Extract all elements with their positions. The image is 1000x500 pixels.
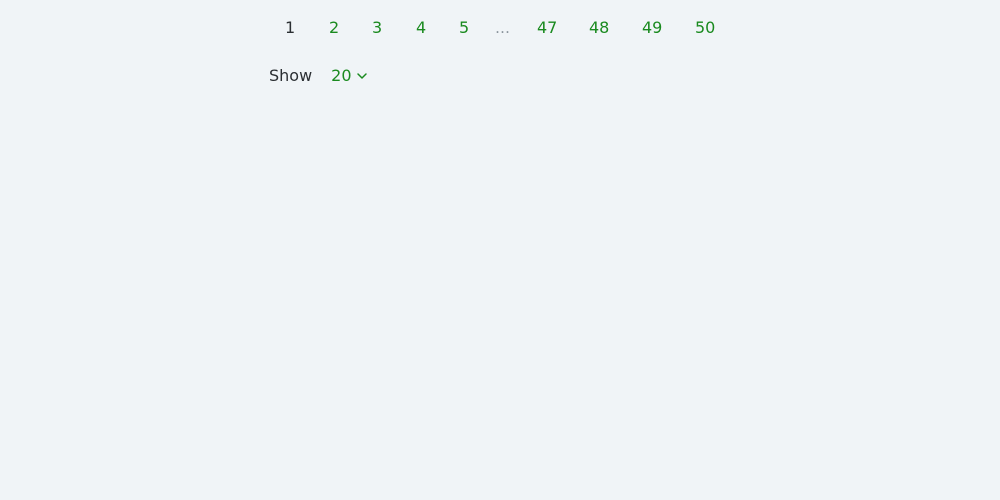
- page-link[interactable]: 3: [372, 17, 382, 39]
- page-size-value: 20: [331, 66, 352, 85]
- page-size-label: Show: [269, 66, 313, 85]
- page-link[interactable]: 2: [329, 17, 339, 39]
- page: 1 2 3 4 5 … 47 48 49 50 Show 20: [0, 0, 1000, 500]
- chevron-down-icon: [356, 70, 368, 82]
- page-link[interactable]: 47: [537, 17, 557, 39]
- page-size-control: Show 20: [269, 65, 368, 87]
- page-link[interactable]: 50: [695, 17, 715, 39]
- page-link[interactable]: 4: [416, 17, 426, 39]
- page-link-current: 1: [285, 18, 296, 37]
- page-link[interactable]: 49: [642, 17, 662, 39]
- page-size-select[interactable]: 20: [331, 65, 367, 87]
- page-link[interactable]: 48: [589, 17, 609, 39]
- pagination: 1 2 3 4 5 … 47 48 49 50: [269, 17, 729, 39]
- pagination-ellipsis: …: [495, 19, 511, 37]
- page-link[interactable]: 5: [459, 17, 469, 39]
